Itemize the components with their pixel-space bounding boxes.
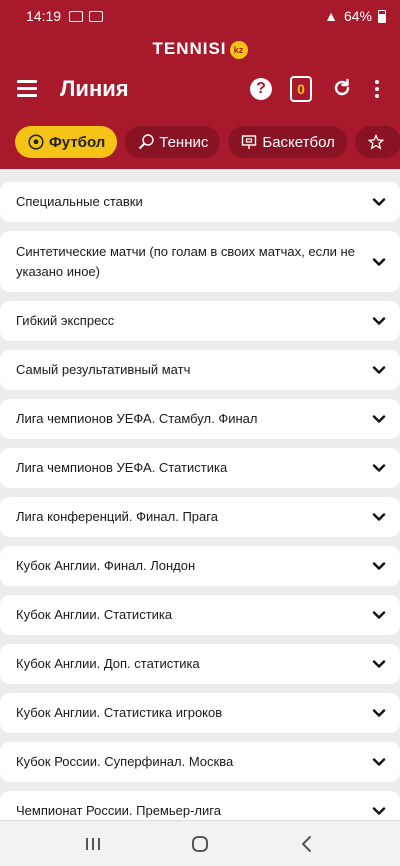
sport-tabs: Футбол Теннис Баскетбол	[15, 126, 400, 158]
soccer-ball-icon	[28, 134, 44, 150]
tab-football[interactable]: Футбол	[15, 126, 118, 158]
tab-football-label: Футбол	[49, 133, 106, 151]
list-item-label: Кубок Англии. Статистика	[16, 607, 173, 622]
list-item-label: Синтетические матчи (по голам в своих ма…	[16, 243, 355, 279]
hamburger-menu-icon[interactable]	[17, 80, 37, 97]
recent-apps-button[interactable]	[81, 832, 105, 856]
list-item[interactable]: Кубок Англии. Статистика	[0, 595, 400, 635]
system-nav-bar	[0, 820, 400, 866]
chevron-down-icon	[372, 257, 386, 266]
list-item[interactable]: Кубок Англии. Статистика игроков	[0, 693, 400, 733]
list-item[interactable]: Кубок Англии. Финал. Лондон	[0, 546, 400, 586]
basketball-board-icon	[242, 135, 257, 149]
list-item[interactable]: Кубок России. Суперфинал. Москва	[0, 742, 400, 782]
list-item-label: Лига чемпионов УЕФА. Стамбул. Финал	[16, 411, 258, 426]
home-button[interactable]	[188, 832, 212, 856]
chevron-down-icon	[372, 660, 386, 668]
championship-list: Специальные ставки Синтетические матчи (…	[0, 182, 400, 840]
chevron-down-icon	[372, 464, 386, 472]
app-notification-icon	[89, 10, 104, 22]
tab-basketball-label: Баскетбол	[262, 133, 335, 151]
tennis-racket-icon	[139, 134, 154, 150]
help-icon[interactable]: ?	[250, 78, 272, 100]
page-title: Линия	[60, 76, 129, 101]
chevron-down-icon	[372, 758, 386, 766]
tab-tennis-label: Теннис	[159, 133, 209, 151]
chevron-down-icon	[372, 807, 386, 815]
back-icon	[301, 835, 311, 852]
list-item-label: Лига конференций. Финал. Прага	[16, 509, 218, 524]
status-bar: 14:19 ▲ 64%	[0, 0, 400, 32]
bet-coupon-icon[interactable]: 0	[290, 76, 312, 102]
list-item[interactable]: Лига конференций. Финал. Прага	[0, 497, 400, 537]
signal-icon: ▲	[324, 8, 338, 24]
gallery-icon	[69, 10, 84, 22]
tab-tennis[interactable]: Теннис	[125, 126, 221, 158]
list-item[interactable]: Гибкий экспресс	[0, 301, 400, 341]
battery-level: 64%	[343, 8, 372, 24]
list-item-label: Кубок Англии. Статистика игроков	[16, 705, 223, 720]
chevron-down-icon	[372, 709, 386, 717]
list-item-label: Чемпионат России. Премьер-лига	[16, 803, 221, 818]
more-options-icon[interactable]	[375, 80, 379, 98]
list-item-label: Лига чемпионов УЕФА. Статистика	[16, 460, 228, 475]
chevron-down-icon	[372, 562, 386, 570]
list-item-label: Специальные ставки	[16, 194, 143, 209]
star-icon	[367, 134, 384, 150]
home-icon	[191, 835, 208, 852]
tab-basketball[interactable]: Баскетбол	[228, 126, 347, 158]
back-button[interactable]	[295, 832, 319, 856]
list-item[interactable]: Лига чемпионов УЕФА. Стамбул. Финал	[0, 399, 400, 439]
brand-badge: kz	[229, 40, 248, 59]
list-item[interactable]: Специальные ставки	[0, 182, 400, 222]
chevron-down-icon	[372, 415, 386, 423]
list-item[interactable]: Кубок Англии. Доп. статистика	[0, 644, 400, 684]
tab-favorites[interactable]	[354, 126, 400, 158]
chevron-down-icon	[372, 366, 386, 374]
list-item[interactable]: Синтетические матчи (по голам в своих ма…	[0, 231, 400, 292]
brand-name: TENNISI	[152, 39, 227, 58]
chevron-down-icon	[372, 317, 386, 325]
chevron-down-icon	[372, 513, 386, 521]
list-item-label: Кубок Англии. Доп. статистика	[16, 656, 200, 671]
chevron-down-icon	[372, 198, 386, 206]
list-item-label: Самый результативный матч	[16, 362, 191, 377]
list-item-label: Кубок России. Суперфинал. Москва	[16, 754, 234, 769]
refresh-icon[interactable]	[332, 78, 352, 98]
list-item-label: Кубок Англии. Финал. Лондон	[16, 558, 196, 573]
chevron-down-icon	[372, 611, 386, 619]
brand-logo: TENNISI kz	[0, 39, 400, 59]
list-item[interactable]: Самый результативный матч	[0, 350, 400, 390]
list-item[interactable]: Лига чемпионов УЕФА. Статистика	[0, 448, 400, 488]
status-time: 14:19	[26, 8, 62, 24]
list-item-label: Гибкий экспресс	[16, 313, 115, 328]
recent-apps-icon	[86, 837, 101, 850]
app-header: TENNISI kz Линия ? 0 Футбол Теннис Баске…	[0, 32, 400, 169]
battery-icon	[378, 9, 386, 23]
